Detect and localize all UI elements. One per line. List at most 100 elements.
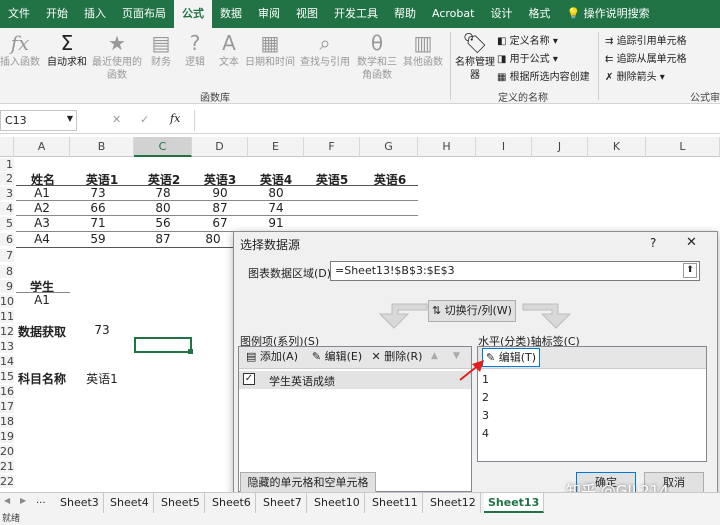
row-header[interactable]: 22 <box>0 475 14 488</box>
prev-sheet-icon[interactable]: ◀ <box>4 496 10 505</box>
table-cell[interactable]: 91 <box>248 216 304 230</box>
list-item[interactable]: 2 <box>482 391 489 404</box>
column-header[interactable]: A <box>14 137 70 157</box>
table-cell[interactable]: 90 <box>192 186 248 200</box>
tab-help[interactable]: 帮助 <box>386 0 424 28</box>
row-header[interactable]: 15 <box>0 370 14 383</box>
table-cell[interactable]: 59 <box>70 232 126 246</box>
table-cell[interactable]: 80 <box>248 186 304 200</box>
row-header[interactable]: 4 <box>0 202 14 215</box>
column-header[interactable]: H <box>418 137 476 157</box>
list-item[interactable]: 3 <box>482 409 489 422</box>
delete-series-button[interactable]: ✕ 删除(R) <box>369 347 425 369</box>
table-cell[interactable]: 67 <box>192 216 248 230</box>
create-from-selection-button[interactable]: ▦ 根据所选内容创建 <box>497 68 590 83</box>
insert-function-button[interactable]: fx 插入函数 <box>0 32 40 69</box>
column-header[interactable]: D <box>192 137 248 157</box>
row-header[interactable]: 10 <box>0 295 14 308</box>
column-header[interactable]: I <box>476 137 532 157</box>
help-button[interactable]: ? <box>650 236 656 250</box>
close-icon[interactable]: ✕ <box>686 235 697 250</box>
hidden-empty-cells-button[interactable]: 隐藏的单元格和空单元格(H) <box>240 472 376 509</box>
edit-series-button[interactable]: ✎ 编辑(E) <box>307 347 367 369</box>
datetime-button[interactable]: ▦ 日期和时间 <box>244 32 296 69</box>
chevron-down-icon[interactable]: ▼ <box>67 114 73 123</box>
row-header[interactable]: 8 <box>0 265 14 278</box>
tab-format[interactable]: 格式 <box>520 0 558 28</box>
table-cell[interactable]: A4 <box>14 232 70 246</box>
column-header[interactable]: J <box>532 137 588 157</box>
sheet-tab[interactable]: Sheet4 <box>106 493 154 513</box>
tab-acrobat[interactable]: Acrobat <box>424 0 482 28</box>
financial-button[interactable]: ▤ 财务 <box>146 32 176 69</box>
recent-functions-button[interactable]: ★ 最近使用的函数 <box>92 32 142 82</box>
table-cell[interactable]: A3 <box>14 216 70 230</box>
row-header[interactable]: 11 <box>0 310 14 323</box>
column-header[interactable]: L <box>646 137 720 157</box>
sheet-tab[interactable]: Sheet5 <box>157 493 205 513</box>
tab-home[interactable]: 开始 <box>38 0 76 28</box>
row-header[interactable]: 20 <box>0 445 14 458</box>
table-cell[interactable]: 78 <box>134 186 192 200</box>
text-button[interactable]: A 文本 <box>214 32 244 69</box>
column-header[interactable]: E <box>248 137 304 157</box>
collapse-icon[interactable]: ⬆ <box>683 263 697 278</box>
table-cell[interactable]: 87 <box>192 201 248 215</box>
fetch-value-cell[interactable]: 73 <box>74 323 130 337</box>
table-cell[interactable]: 80 <box>192 232 234 246</box>
tab-file[interactable]: 文件 <box>0 0 38 28</box>
table-cell[interactable]: 80 <box>134 201 192 215</box>
table-cell[interactable]: 74 <box>248 201 304 215</box>
define-name-button[interactable]: ◧ 定义名称 ▾ <box>497 32 558 47</box>
sheet-tab[interactable]: Sheet11 <box>368 493 423 513</box>
column-header[interactable]: C <box>134 137 192 157</box>
row-header[interactable]: 2 <box>0 172 14 185</box>
trace-precedents-button[interactable]: ⇉ 追踪引用单元格 <box>605 32 687 47</box>
table-cell[interactable]: 87 <box>134 232 192 246</box>
sheet-tab[interactable]: Sheet7 <box>259 493 307 513</box>
table-cell[interactable]: A1 <box>14 186 70 200</box>
logical-button[interactable]: ? 逻辑 <box>180 32 210 69</box>
fill-handle[interactable] <box>188 349 193 354</box>
sheet-tab[interactable]: Sheet12 <box>426 493 481 513</box>
row-header[interactable]: 19 <box>0 430 14 443</box>
lookup-button[interactable]: ⌕ 查找与引用 <box>298 32 352 69</box>
sheet-tab[interactable]: Sheet10 <box>310 493 365 513</box>
name-box[interactable]: C13 ▼ <box>0 110 77 131</box>
name-manager-button[interactable]: 🏷 名称管理器 <box>455 32 495 82</box>
enter-icon[interactable]: ✓ <box>140 113 149 126</box>
column-header[interactable]: K <box>588 137 646 157</box>
column-header[interactable]: G <box>360 137 418 157</box>
subject-value-cell[interactable]: 英语1 <box>74 370 130 387</box>
row-header[interactable]: 18 <box>0 415 14 428</box>
formula-input[interactable] <box>194 110 718 131</box>
series-checkbox[interactable]: ✓ <box>243 373 255 385</box>
range-input[interactable]: =Sheet13!$B$3:$E$3 ⬆ <box>330 261 700 281</box>
sheet-tab[interactable]: Sheet3 <box>56 493 104 513</box>
tell-me-search[interactable]: 💡 操作说明搜索 <box>558 0 657 28</box>
row-header[interactable]: 5 <box>0 217 14 230</box>
subject-label-cell[interactable]: 科目名称 <box>18 370 70 387</box>
selected-cell-c13[interactable] <box>134 337 193 354</box>
row-header[interactable]: 14 <box>0 355 14 368</box>
switch-row-column-button[interactable]: ⇅ 切换行/列(W) <box>428 300 516 322</box>
tab-formulas[interactable]: 公式 <box>174 0 212 28</box>
tab-design[interactable]: 设计 <box>482 0 520 28</box>
row-header[interactable]: 13 <box>0 340 14 353</box>
tab-view[interactable]: 视图 <box>288 0 326 28</box>
table-cell[interactable]: 73 <box>70 186 126 200</box>
row-header[interactable]: 16 <box>0 385 14 398</box>
sheet-tab-active[interactable]: Sheet13 <box>484 493 545 513</box>
autosum-button[interactable]: Σ 自动求和 <box>44 32 90 69</box>
row-header[interactable]: 21 <box>0 460 14 473</box>
list-item[interactable]: 4 <box>482 427 489 440</box>
list-item[interactable]: ✓ 学生英语成绩 <box>239 371 471 389</box>
column-header[interactable]: F <box>304 137 360 157</box>
more-functions-button[interactable]: ▥ 其他函数 <box>400 32 446 69</box>
legend-series-list[interactable]: ▤ 添加(A) ✎ 编辑(E) ✕ 删除(R) ▲ ▼ ✓ 学生英语成绩 <box>238 346 472 492</box>
table-cell[interactable]: A2 <box>14 201 70 215</box>
next-sheet-icon[interactable]: ▶ <box>20 496 26 505</box>
tab-page-layout[interactable]: 页面布局 <box>114 0 174 28</box>
table-cell[interactable]: 56 <box>134 216 192 230</box>
row-header[interactable]: 7 <box>0 249 14 262</box>
